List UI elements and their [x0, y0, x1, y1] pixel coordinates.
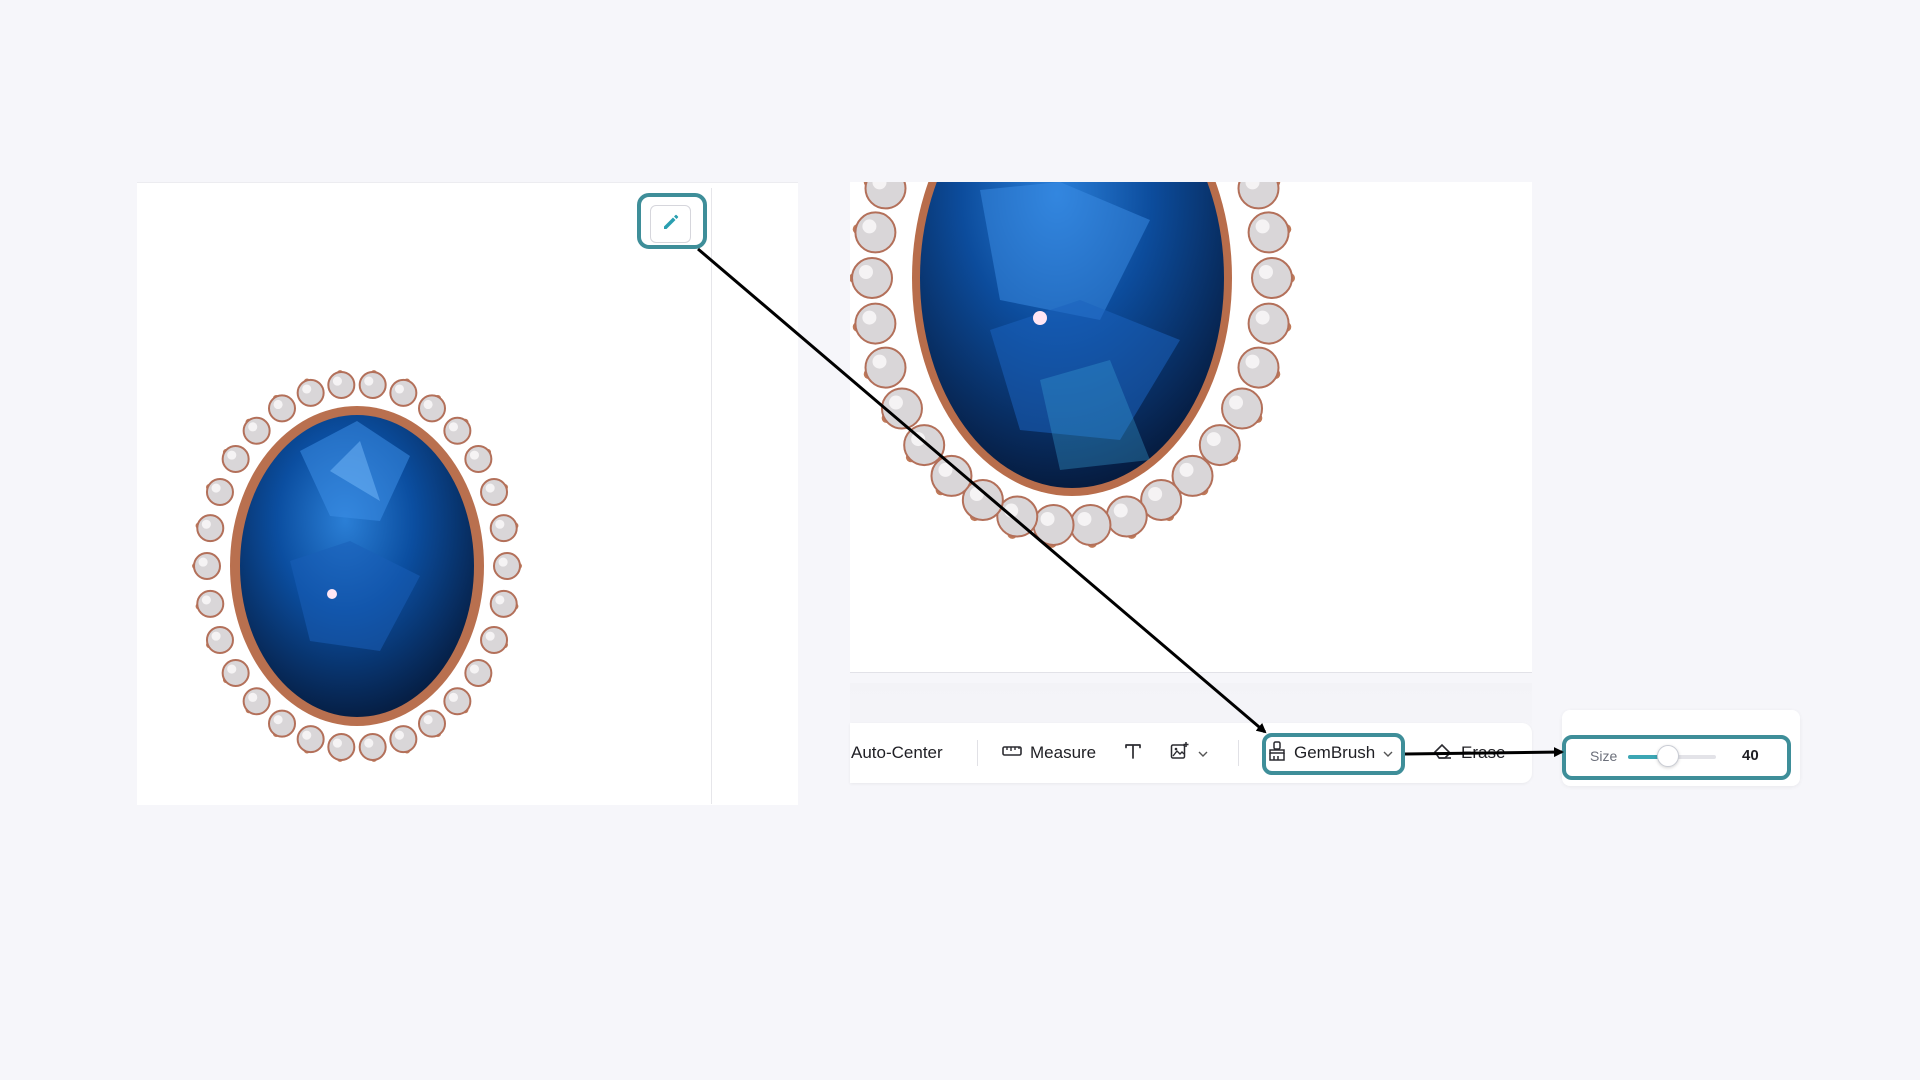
measure-label: Measure	[1030, 743, 1097, 762]
zoomed-ring-image	[850, 182, 1295, 548]
text-type-icon	[1124, 742, 1150, 765]
erase-label: Erase	[1461, 743, 1506, 762]
ruler-icon	[1002, 743, 1030, 763]
product-preview-panel	[137, 182, 798, 805]
ring-image	[192, 370, 522, 762]
image-add-icon	[1170, 741, 1198, 766]
tutorial-stage: Auto-Center Measure GemBrush Erase Size …	[0, 0, 1920, 1080]
erase-button[interactable]: Erase	[1433, 723, 1505, 783]
toolbar-separator	[1238, 740, 1239, 766]
edit-image-button[interactable]	[650, 205, 691, 243]
auto-center-label: Auto-Center	[851, 743, 943, 762]
eraser-icon	[1433, 742, 1461, 765]
brush-size-slider-thumb[interactable]	[1656, 745, 1679, 767]
measure-button[interactable]: Measure	[1002, 723, 1096, 783]
gembrush-highlight	[1262, 733, 1405, 775]
brush-size-label: Size	[1590, 748, 1618, 764]
pencil-icon	[661, 212, 681, 237]
text-tool-button[interactable]	[1124, 723, 1150, 783]
zoomed-canvas[interactable]	[850, 182, 1532, 672]
toolbar-separator	[977, 740, 978, 766]
chevron-down-icon	[1198, 743, 1216, 763]
brush-size-value: 40	[1742, 747, 1759, 764]
auto-center-button[interactable]: Auto-Center	[851, 723, 943, 783]
image-tool-button[interactable]	[1170, 723, 1216, 783]
panel-divider	[711, 188, 712, 804]
